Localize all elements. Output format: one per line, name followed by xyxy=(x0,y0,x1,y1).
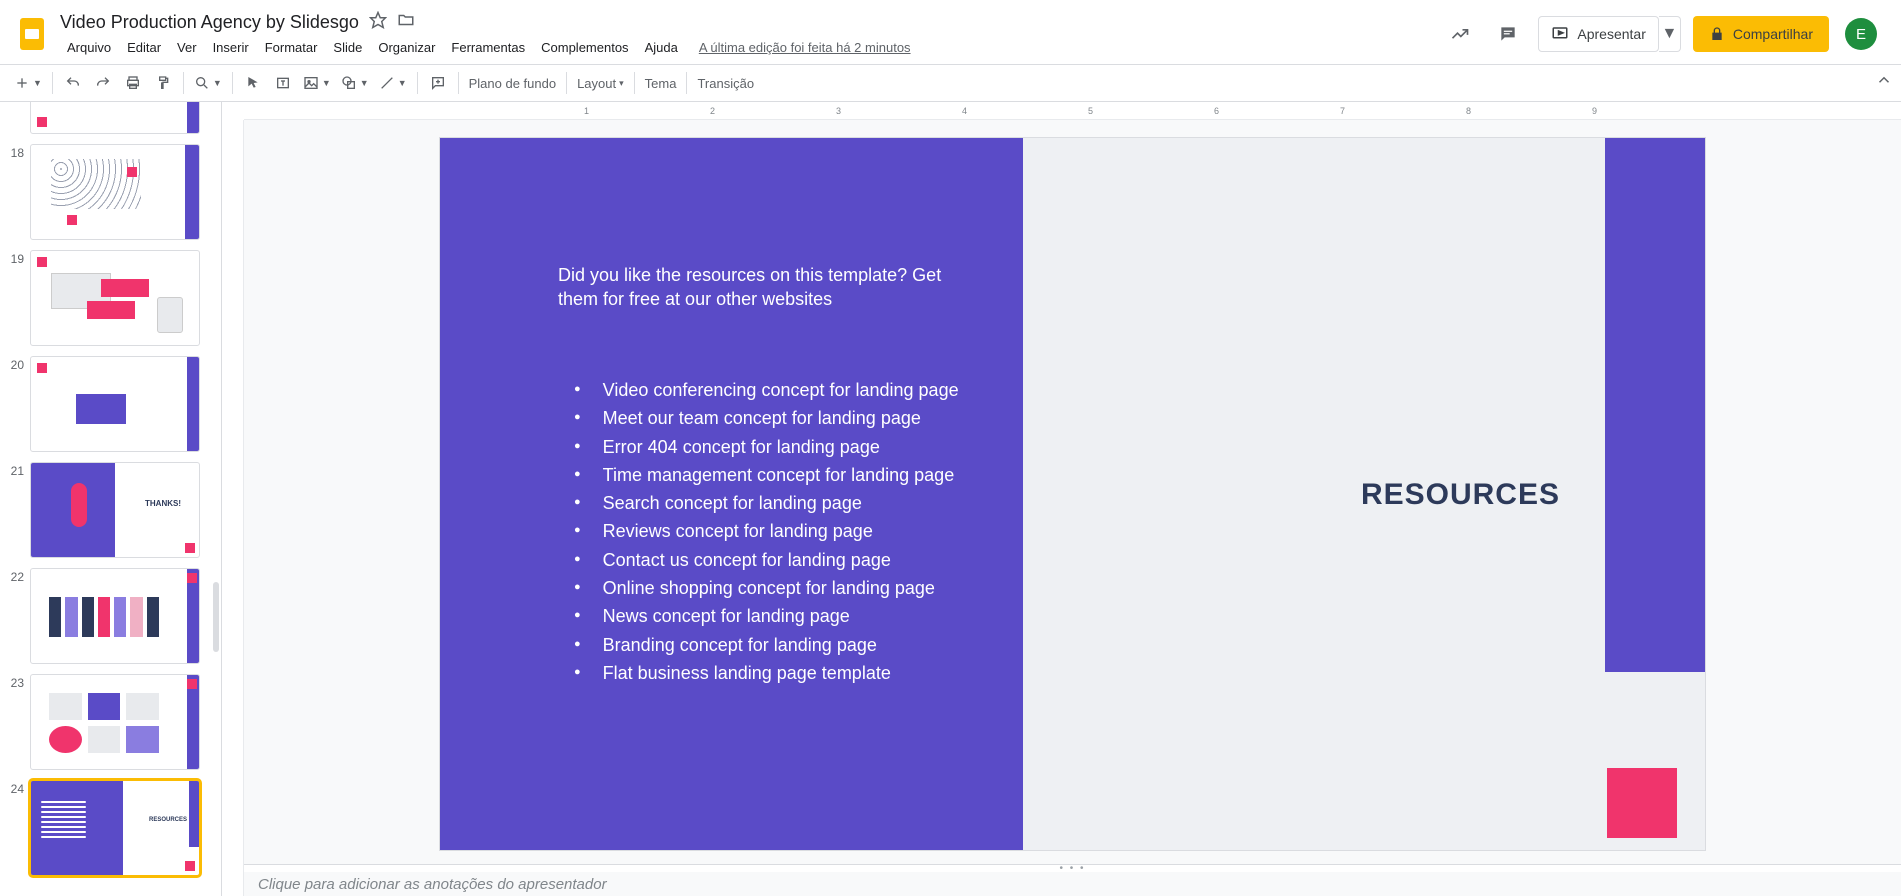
slide-heading[interactable]: RESOURCES xyxy=(1361,478,1560,512)
bullet-item: Error 404 concept for landing page xyxy=(603,435,880,459)
toolbar: ▼ ▼ ▼ ▼ ▼ Plano de fundo Layout▾ Tema Tr… xyxy=(0,64,1901,102)
slide-thumb-21[interactable]: THANKS! xyxy=(30,462,200,558)
menu-ver[interactable]: Ver xyxy=(170,37,204,58)
filmstrip-scrollbar[interactable] xyxy=(213,582,219,652)
redo-button[interactable] xyxy=(89,70,117,96)
thumb-number: 19 xyxy=(4,250,24,346)
thumb-number: 24 xyxy=(4,780,24,876)
collapse-toolbar-icon[interactable] xyxy=(1875,71,1893,94)
bullet-item: Contact us concept for landing page xyxy=(603,548,891,572)
slide-thumb-18[interactable] xyxy=(30,144,200,240)
title-block: Video Production Agency by Slidesgo Arqu… xyxy=(60,9,1442,59)
menu-complementos[interactable]: Complementos xyxy=(534,37,635,58)
comment-tool[interactable] xyxy=(424,70,452,96)
workspace: 18 19 20 xyxy=(0,102,1901,896)
move-to-folder-icon[interactable] xyxy=(397,11,415,34)
layout-button[interactable]: Layout▾ xyxy=(573,70,628,96)
slide-canvas[interactable]: RESOURCES Did you like the resources on … xyxy=(440,138,1705,850)
menu-slide[interactable]: Slide xyxy=(326,37,369,58)
undo-button[interactable] xyxy=(59,70,87,96)
zoom-button[interactable]: ▼ xyxy=(190,70,226,96)
menu-organizar[interactable]: Organizar xyxy=(371,37,442,58)
print-button[interactable] xyxy=(119,70,147,96)
header-right: Apresentar ▼ Compartilhar E xyxy=(1442,16,1893,52)
activity-icon[interactable] xyxy=(1442,16,1478,52)
transition-button[interactable]: Transição xyxy=(693,70,758,96)
slide-pink-square xyxy=(1607,768,1677,838)
last-edit-link[interactable]: A última edição foi feita há 2 minutos xyxy=(699,40,911,55)
image-tool[interactable]: ▼ xyxy=(299,70,335,96)
present-dropdown[interactable]: ▼ xyxy=(1659,16,1681,52)
menu-inserir[interactable]: Inserir xyxy=(206,37,256,58)
textbox-tool[interactable] xyxy=(269,70,297,96)
thumb-number: 20 xyxy=(4,356,24,452)
share-button[interactable]: Compartilhar xyxy=(1693,16,1829,52)
slide-thumb[interactable] xyxy=(30,102,200,134)
slide-thumb-20[interactable] xyxy=(30,356,200,452)
bullet-item: Reviews concept for landing page xyxy=(603,519,873,543)
thumb-number: 23 xyxy=(4,674,24,770)
slide-intro-text[interactable]: Did you like the resources on this templ… xyxy=(558,263,958,312)
line-tool[interactable]: ▼ xyxy=(375,70,411,96)
menu-editar[interactable]: Editar xyxy=(120,37,168,58)
horizontal-ruler: 1 2 3 4 5 6 7 8 9 xyxy=(244,102,1901,120)
present-button[interactable]: Apresentar xyxy=(1538,16,1658,52)
menu-ajuda[interactable]: Ajuda xyxy=(638,37,685,58)
doc-title[interactable]: Video Production Agency by Slidesgo xyxy=(60,12,359,33)
slide-thumb-22[interactable] xyxy=(30,568,200,664)
theme-button[interactable]: Tema xyxy=(641,70,681,96)
canvas-area: 1 2 3 4 5 6 7 8 9 RESOURCES Did you like… xyxy=(222,102,1901,896)
menu-bar: Arquivo Editar Ver Inserir Formatar Slid… xyxy=(60,35,1442,59)
slide-bullet-list[interactable]: Video conferencing concept for landing p… xyxy=(574,378,959,689)
present-label: Apresentar xyxy=(1577,26,1645,42)
bullet-item: Online shopping concept for landing page xyxy=(603,576,935,600)
menu-ferramentas[interactable]: Ferramentas xyxy=(444,37,532,58)
new-slide-button[interactable]: ▼ xyxy=(10,70,46,96)
bullet-item: Flat business landing page template xyxy=(603,661,891,685)
avatar[interactable]: E xyxy=(1845,18,1877,50)
bullet-item: Meet our team concept for landing page xyxy=(603,406,921,430)
comments-icon[interactable] xyxy=(1490,16,1526,52)
slide-right-strip xyxy=(1605,138,1705,672)
share-label: Compartilhar xyxy=(1733,26,1813,42)
slide-thumb-24[interactable]: RESOURCES xyxy=(30,780,200,876)
vertical-ruler xyxy=(222,120,244,896)
speaker-notes[interactable]: Clique para adicionar as anotações do ap… xyxy=(244,872,1901,896)
bullet-item: Video conferencing concept for landing p… xyxy=(603,378,959,402)
menu-arquivo[interactable]: Arquivo xyxy=(60,37,118,58)
bullet-item: Time management concept for landing page xyxy=(603,463,955,487)
slides-logo[interactable] xyxy=(12,14,52,54)
header: Video Production Agency by Slidesgo Arqu… xyxy=(0,0,1901,64)
canvas-background[interactable]: RESOURCES Did you like the resources on … xyxy=(244,120,1901,896)
star-icon[interactable] xyxy=(369,11,387,34)
paint-format-button[interactable] xyxy=(149,70,177,96)
background-button[interactable]: Plano de fundo xyxy=(465,70,560,96)
bullet-item: News concept for landing page xyxy=(603,604,850,628)
bullet-item: Branding concept for landing page xyxy=(603,633,877,657)
bullet-item: Search concept for landing page xyxy=(603,491,862,515)
filmstrip[interactable]: 18 19 20 xyxy=(0,102,222,896)
notes-splitter[interactable]: • • • xyxy=(244,864,1901,872)
slide-thumb-19[interactable] xyxy=(30,250,200,346)
thumb-number: 21 xyxy=(4,462,24,558)
shape-tool[interactable]: ▼ xyxy=(337,70,373,96)
menu-formatar[interactable]: Formatar xyxy=(258,37,325,58)
slide-thumb-23[interactable] xyxy=(30,674,200,770)
thumb-number: 18 xyxy=(4,144,24,240)
select-tool[interactable] xyxy=(239,70,267,96)
thumb-number: 22 xyxy=(4,568,24,664)
